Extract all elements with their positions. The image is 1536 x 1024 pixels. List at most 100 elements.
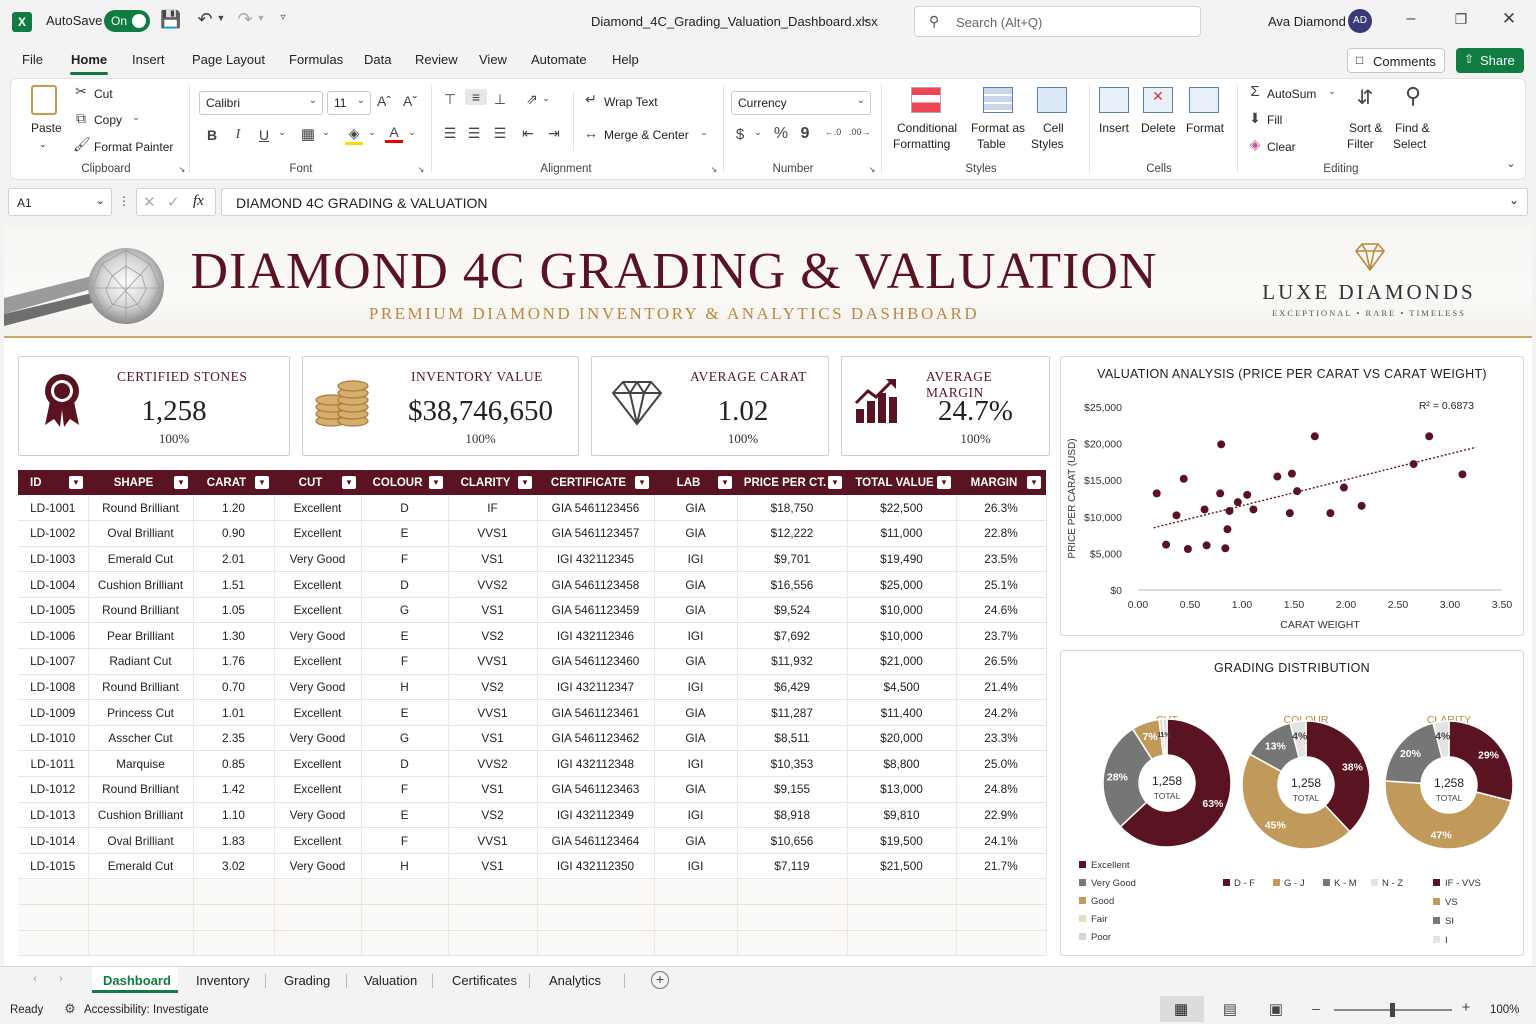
undo-icon[interactable]: ↶ [194,9,216,30]
table-cell[interactable]: VS1 [448,725,538,752]
column-header[interactable]: PRICE PER CT. ▼ [737,470,847,495]
table-cell[interactable]: Princess Cut [88,699,194,726]
filter-dropdown-icon[interactable]: ▼ [635,476,649,489]
empty-cell[interactable] [448,930,538,957]
table-cell[interactable]: 26.3% [956,495,1047,522]
table-cell[interactable]: 25.0% [956,750,1047,778]
table-cell[interactable]: F [361,546,449,573]
table-cell[interactable]: VVS1 [448,648,538,675]
table-cell[interactable]: Excellent [274,495,362,522]
format-painter-button[interactable]: Format Painter [94,140,173,154]
table-cell[interactable]: Excellent [274,597,362,624]
table-cell[interactable]: LD-1003 [18,546,89,573]
table-cell[interactable]: LD-1005 [18,597,89,624]
table-cell[interactable]: Excellent [274,750,362,778]
align-top-icon[interactable]: ⊤ [441,91,459,108]
fill-color-chevron-icon[interactable]: ⌄ [367,127,377,138]
table-cell[interactable]: VS1 [448,853,538,880]
table-cell[interactable]: LD-1006 [18,622,89,650]
empty-cell[interactable] [361,878,449,905]
table-row[interactable]: LD-1001 Round Brilliant 1.20 Excellent D IF GI… [18,495,1047,522]
clipboard-launcher-icon[interactable]: ↘ [177,165,187,174]
table-cell[interactable]: Round Brilliant [88,674,194,701]
borders-chevron-icon[interactable]: ⌄ [321,127,331,138]
table-cell[interactable]: VS2 [448,802,538,829]
column-header[interactable]: MARGIN ▼ [956,470,1046,495]
decrease-decimal-icon[interactable]: .00→ [849,127,871,137]
column-header[interactable]: CLARITY ▼ [448,470,537,495]
table-row[interactable]: LD-1004 Cushion Brilliant 1.51 Excellent D VV… [18,571,1047,598]
empty-cell[interactable] [18,904,89,931]
status-accessibility[interactable]: Accessibility: Investigate [84,1004,209,1016]
table-cell[interactable]: $22,500 [847,495,957,522]
table-cell[interactable]: VS1 [448,546,538,573]
decrease-indent-icon[interactable]: ⇤ [519,125,537,142]
zoom-out-icon[interactable]: – [1310,1000,1322,1016]
filter-dropdown-icon[interactable]: ▼ [1027,476,1041,489]
align-left-icon[interactable]: ☰ [441,125,459,142]
table-row[interactable]: LD-1015 Emerald Cut 3.02 Very Good H VS1 IGI 4… [18,853,1047,880]
close-icon[interactable]: ✕ [1500,9,1518,29]
table-cell[interactable]: Round Brilliant [88,597,194,624]
page-break-view-icon[interactable]: ▣ [1266,1000,1286,1018]
table-cell[interactable]: LD-1001 [18,495,89,522]
zoom-slider-thumb[interactable] [1390,1003,1395,1017]
table-cell[interactable]: Cushion Brilliant [88,571,194,598]
table-cell[interactable]: 25.1% [956,571,1047,598]
minimize-icon[interactable]: – [1402,10,1420,28]
empty-cell[interactable] [737,930,848,957]
empty-cell[interactable] [537,904,655,931]
alignment-launcher-icon[interactable]: ↘ [709,165,719,174]
table-cell[interactable]: 1.51 [193,571,275,598]
table-cell[interactable]: 2.35 [193,725,275,752]
increase-decimal-icon[interactable]: ←.0 [823,127,843,137]
table-cell[interactable]: IGI 432112350 [537,853,655,880]
table-cell[interactable]: LD-1002 [18,520,89,547]
table-cell[interactable]: $8,918 [737,802,848,829]
table-cell[interactable]: IGI [654,750,738,778]
table-cell[interactable]: 1.01 [193,699,275,726]
table-cell[interactable]: 0.85 [193,750,275,778]
format-as-table-label-2[interactable]: Table [977,137,1006,151]
table-cell[interactable]: VVS2 [448,571,538,598]
table-cell[interactable]: VS1 [448,597,538,624]
empty-cell[interactable] [88,904,194,931]
cancel-icon[interactable]: ✕ [143,193,156,211]
empty-cell[interactable] [448,878,538,905]
customize-toolbar-icon[interactable]: ▿ [276,12,290,23]
empty-cell[interactable] [956,904,1047,931]
table-row[interactable]: LD-1011 Marquise 0.85 Excellent D VVS2 IGI 432… [18,750,1047,778]
empty-cell[interactable] [193,904,275,931]
table-cell[interactable]: Excellent [274,827,362,854]
conditional-formatting-label-1[interactable]: Conditional [897,121,957,135]
delete-cells-label[interactable]: Delete [1141,121,1176,135]
cut-button[interactable]: Cut [94,87,113,101]
table-cell[interactable]: LD-1009 [18,699,89,726]
format-cells-icon[interactable] [1189,87,1219,113]
table-cell[interactable]: Emerald Cut [88,853,194,880]
table-cell[interactable]: Oval Brilliant [88,827,194,854]
table-cell[interactable]: 21.7% [956,853,1047,880]
table-cell[interactable]: 3.02 [193,853,275,880]
sheet-tab-valuation[interactable]: Valuation [364,973,417,988]
empty-cell[interactable] [88,930,194,957]
orientation-chevron-icon[interactable]: ⌄ [541,93,551,104]
table-cell[interactable]: D [361,750,449,778]
table-cell[interactable]: VS2 [448,674,538,701]
find-select-icon[interactable]: ⚲ [1397,83,1429,109]
cell-styles-label-2[interactable]: Styles [1031,137,1064,151]
table-cell[interactable]: IGI 432112346 [537,622,655,650]
menu-formulas[interactable]: Formulas [289,52,343,67]
table-cell[interactable]: IF [448,495,538,522]
table-cell[interactable]: $6,429 [737,674,848,701]
table-cell[interactable]: $10,000 [847,622,957,650]
menu-insert[interactable]: Insert [132,52,165,67]
table-cell[interactable]: GIA 5461123458 [537,571,655,598]
table-cell[interactable]: Very Good [274,546,362,573]
table-cell[interactable]: GIA 5461123464 [537,827,655,854]
table-cell[interactable]: IGI [654,802,738,829]
formula-input[interactable]: DIAMOND 4C GRADING & VALUATION ⌄ [221,188,1528,216]
increase-indent-icon[interactable]: ⇥ [545,125,563,142]
table-cell[interactable]: D [361,495,449,522]
table-cell[interactable]: $13,000 [847,776,957,803]
